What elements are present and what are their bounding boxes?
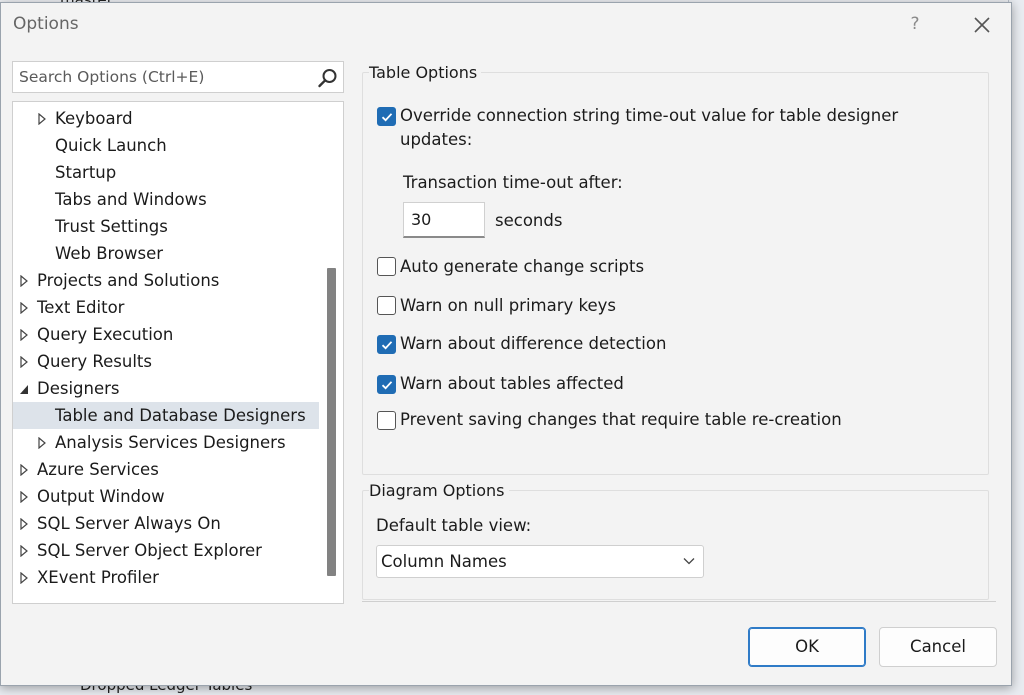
collapsed-arrow-icon[interactable]: [19, 464, 29, 476]
collapsed-arrow-icon[interactable]: [19, 302, 29, 314]
tree-item[interactable]: Query Execution: [13, 321, 319, 348]
tree-item-label: Output Window: [37, 487, 165, 506]
warn-null-keys-checkbox[interactable]: [377, 296, 396, 315]
collapsed-arrow-icon[interactable]: [19, 329, 29, 341]
cancel-button[interactable]: Cancel: [879, 627, 997, 667]
tree-item[interactable]: SQL Server Object Explorer: [13, 537, 319, 564]
override-timeout-checkbox[interactable]: [377, 107, 396, 126]
search-box: [12, 61, 344, 93]
collapsed-arrow-icon[interactable]: [37, 113, 47, 125]
tree-scrollbar[interactable]: [319, 102, 343, 603]
options-tree: Keyboard Quick Launch Startup Tabs and Wind…: [12, 101, 344, 604]
prevent-saving-label: Prevent saving changes that require tabl…: [400, 410, 842, 429]
tree-item-label: Web Browser: [55, 244, 164, 263]
tree-scrollbar-thumb[interactable]: [327, 268, 336, 576]
dialog-title: Options: [13, 14, 79, 34]
collapsed-arrow-icon[interactable]: [19, 491, 29, 503]
tree-item-label: Designers: [37, 379, 120, 398]
tree-item-label: Tabs and Windows: [55, 190, 207, 209]
warn-difference-label: Warn about difference detection: [400, 334, 667, 353]
override-timeout-label-line1: Override connection string time-out valu…: [400, 106, 899, 125]
tree-item[interactable]: Startup: [13, 159, 319, 186]
transaction-timeout-label: Transaction time-out after:: [403, 173, 623, 192]
collapsed-arrow-icon[interactable]: [19, 545, 29, 557]
tree-item-label: Table and Database Designers: [55, 406, 306, 425]
tree-item[interactable]: Output Window: [13, 483, 319, 510]
tree-item[interactable]: Analysis Services Designers: [13, 429, 319, 456]
tree-item[interactable]: Text Editor: [13, 294, 319, 321]
checkmark-icon: [381, 113, 393, 122]
warn-null-keys-label: Warn on null primary keys: [400, 296, 616, 315]
tree-item-label: XEvent Profiler: [37, 568, 159, 587]
prevent-saving-checkbox[interactable]: [377, 411, 396, 430]
buttons-divider: [362, 601, 996, 602]
help-button[interactable]: ?: [903, 12, 927, 36]
chevron-down-icon: [683, 558, 695, 565]
collapsed-arrow-icon[interactable]: [19, 356, 29, 368]
expanded-arrow-icon[interactable]: [19, 383, 29, 395]
tree-item[interactable]: Azure Services: [13, 456, 319, 483]
auto-generate-scripts-label: Auto generate change scripts: [400, 257, 645, 276]
tree-item-label: Azure Services: [37, 460, 159, 479]
tree-item-label: Quick Launch: [55, 136, 167, 155]
tree-item[interactable]: Tabs and Windows: [13, 186, 319, 213]
options-dialog: Options ? Keyboard Quick Launch Startup Tab…: [0, 2, 1012, 686]
close-icon: [974, 17, 990, 33]
collapsed-arrow-icon[interactable]: [19, 275, 29, 287]
warn-difference-checkbox[interactable]: [377, 335, 396, 354]
close-button[interactable]: [967, 10, 997, 40]
table-options-title: Table Options: [369, 63, 482, 82]
tree-item-label: Text Editor: [37, 298, 125, 317]
timeout-unit-label: seconds: [495, 211, 563, 230]
tree-item[interactable]: Query Results: [13, 348, 319, 375]
tree-item-label: SQL Server Always On: [37, 514, 221, 533]
checkmark-icon: [381, 341, 393, 350]
checkmark-icon: [381, 381, 393, 390]
search-icon[interactable]: [317, 67, 339, 89]
search-input[interactable]: [13, 62, 309, 92]
ok-button[interactable]: OK: [748, 627, 866, 667]
tree-item[interactable]: SQL Server Always On: [13, 510, 319, 537]
default-table-view-select[interactable]: Column Names: [376, 545, 704, 578]
collapsed-arrow-icon[interactable]: [19, 518, 29, 530]
tree-item-label: Analysis Services Designers: [55, 433, 286, 452]
tree-item-label: Startup: [55, 163, 117, 182]
tree-item[interactable]: XEvent Profiler: [13, 564, 319, 591]
tree-item[interactable]: Trust Settings: [13, 213, 319, 240]
default-table-view-value: Column Names: [381, 552, 507, 571]
tree-item[interactable]: Quick Launch: [13, 132, 319, 159]
dialog-titlebar: Options ?: [1, 3, 1011, 45]
collapsed-arrow-icon[interactable]: [37, 437, 47, 449]
collapsed-arrow-icon[interactable]: [19, 572, 29, 584]
tree-item-label: Keyboard: [55, 109, 133, 128]
warn-tables-affected-label: Warn about tables affected: [400, 374, 624, 393]
tree-item[interactable]: Keyboard: [13, 105, 319, 132]
tree-item-label: Query Results: [37, 352, 152, 371]
override-timeout-label-line2: updates:: [400, 130, 473, 149]
tree-item-label: SQL Server Object Explorer: [37, 541, 262, 560]
warn-tables-affected-checkbox[interactable]: [377, 375, 396, 394]
tree-item-label: Projects and Solutions: [37, 271, 220, 290]
tree-item[interactable]: Table and Database Designers: [13, 402, 319, 429]
tree-item-label: Trust Settings: [55, 217, 168, 236]
tree-item[interactable]: Designers: [13, 375, 319, 402]
tree-item-label: Query Execution: [37, 325, 174, 344]
diagram-options-title: Diagram Options: [369, 481, 509, 500]
tree-item[interactable]: Web Browser: [13, 240, 319, 267]
default-table-view-label: Default table view:: [376, 516, 532, 535]
transaction-timeout-input[interactable]: [403, 202, 485, 238]
auto-generate-scripts-checkbox[interactable]: [377, 257, 396, 276]
tree-item[interactable]: Projects and Solutions: [13, 267, 319, 294]
